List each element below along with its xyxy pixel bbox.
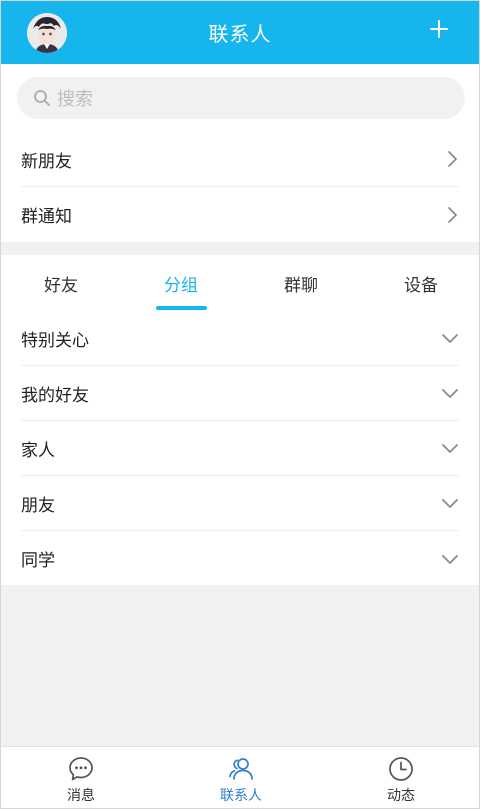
contacts-icon [229, 758, 253, 780]
tab-group-chats[interactable]: 群聊 [241, 255, 361, 311]
top-panel: 搜索 新朋友 群通知 [1, 64, 479, 242]
group-item-classmates[interactable]: 同学 [21, 531, 459, 586]
group-label: 家人 [21, 440, 55, 461]
nav-moments[interactable]: 动态 [321, 747, 479, 808]
search-icon [34, 90, 50, 106]
avatar[interactable] [27, 13, 67, 53]
chevron-right-icon [448, 151, 457, 167]
group-item-my-friends[interactable]: 我的好友 [21, 366, 459, 421]
add-contact-button[interactable] [429, 19, 449, 39]
contacts-panel: 好友 分组 群聊 设备 特别关心 我的好友 家人 朋友 同学 [1, 255, 479, 585]
chevron-down-icon [442, 444, 458, 453]
tab-bar: 好友 分组 群聊 设备 [1, 255, 479, 311]
group-item-family[interactable]: 家人 [21, 421, 459, 476]
group-label: 特别关心 [21, 330, 89, 351]
group-label: 同学 [21, 551, 55, 571]
tab-friends[interactable]: 好友 [1, 255, 121, 311]
chevron-down-icon [442, 554, 458, 564]
nav-contacts[interactable]: 联系人 [161, 747, 321, 808]
header-bar: 联系人 [1, 1, 479, 64]
bottom-nav: 消息 联系人 动态 [1, 746, 479, 808]
group-item-special-care[interactable]: 特别关心 [21, 311, 459, 366]
list-item-label: 新朋友 [21, 151, 72, 172]
chevron-down-icon [442, 499, 458, 508]
nav-label: 动态 [387, 788, 415, 804]
page-title: 联系人 [208, 22, 272, 46]
list-item-new-friends[interactable]: 新朋友 [21, 132, 459, 187]
group-item-friends[interactable]: 朋友 [21, 476, 459, 531]
chevron-down-icon [442, 389, 458, 398]
search-input[interactable]: 搜索 [17, 77, 465, 119]
tab-groups[interactable]: 分组 [121, 255, 241, 311]
tab-devices[interactable]: 设备 [361, 255, 479, 311]
active-tab-indicator [156, 306, 207, 310]
nav-label: 消息 [67, 788, 95, 804]
search-placeholder: 搜索 [57, 89, 93, 110]
chat-bubble-icon [69, 757, 93, 781]
chevron-down-icon [442, 334, 458, 343]
plus-icon [430, 20, 448, 38]
group-label: 我的好友 [21, 385, 89, 406]
list-item-group-notifications[interactable]: 群通知 [21, 187, 459, 242]
clock-icon [389, 757, 413, 781]
nav-messages[interactable]: 消息 [1, 747, 161, 808]
app-window: 联系人 搜索 新朋友 群通知 好友 分组 群聊 设备 特别关心 我的好友 家人 … [0, 0, 480, 809]
chevron-right-icon [448, 206, 457, 223]
group-label: 朋友 [21, 495, 55, 516]
avatar-image [27, 13, 67, 53]
list-item-label: 群通知 [21, 207, 72, 227]
nav-label: 联系人 [220, 788, 262, 804]
